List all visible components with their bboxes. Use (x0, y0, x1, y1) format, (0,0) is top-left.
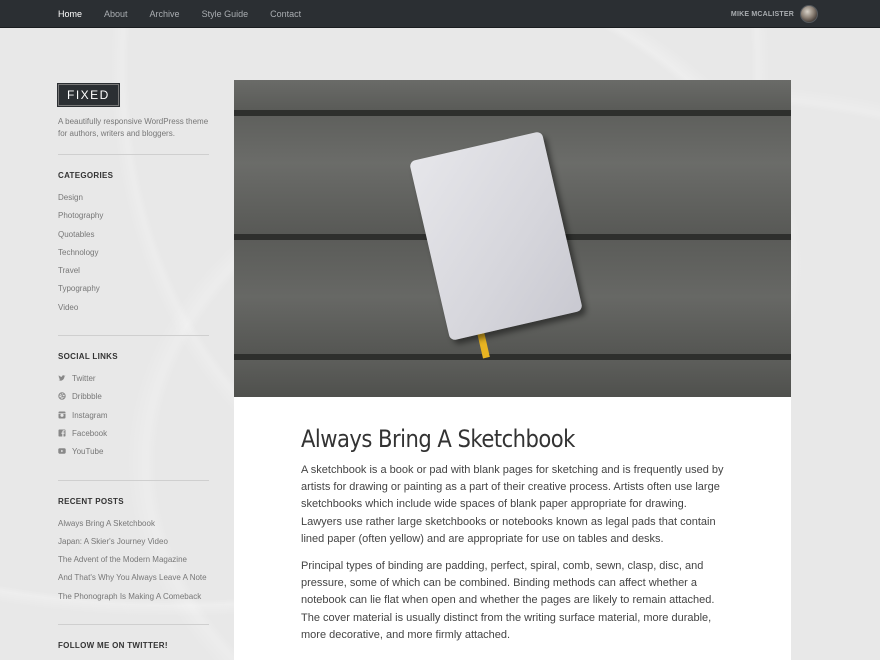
recent-post-link[interactable]: And That's Why You Always Leave A Note (58, 573, 209, 591)
social-link-dribbble[interactable]: Dribbble (58, 392, 209, 410)
user-name[interactable]: MIKE MCALISTER (731, 11, 794, 18)
post-card: Always Bring A Sketchbook A sketchbook i… (234, 80, 791, 660)
dribbble-icon (58, 392, 66, 401)
category-link[interactable]: Quotables (58, 230, 209, 248)
social-link-label: Facebook (72, 428, 108, 438)
social-links-list: Twitter Dribbble Instagram Facebook YouT… (58, 374, 209, 465)
social-link-label: Instagram (72, 410, 108, 420)
social-link-youtube[interactable]: YouTube (58, 447, 209, 465)
divider (58, 624, 209, 626)
categories-list: Design Photography Quotables Technology … (58, 193, 209, 321)
recent-post-link[interactable]: The Phonograph Is Making A Comeback (58, 592, 209, 610)
nav-home[interactable]: Home (58, 9, 82, 19)
categories-title: CATEGORIES (58, 171, 114, 180)
post-title[interactable]: Always Bring A Sketchbook (301, 425, 676, 453)
divider (58, 335, 209, 337)
youtube-icon (58, 447, 66, 455)
recent-post-link[interactable]: The Advent of the Modern Magazine (58, 555, 209, 573)
avatar[interactable] (800, 5, 818, 23)
social-links-title: SOCIAL LINKS (58, 352, 118, 362)
site-logo[interactable]: FIXED (58, 84, 119, 106)
nav-about[interactable]: About (104, 9, 128, 19)
nav-contact[interactable]: Contact (270, 9, 301, 19)
recent-post-link[interactable]: Japan: A Skier's Journey Video (58, 537, 209, 555)
category-link[interactable]: Video (58, 303, 209, 321)
category-link[interactable]: Design (58, 193, 209, 211)
social-link-facebook[interactable]: Facebook (58, 429, 209, 447)
nav-archive[interactable]: Archive (150, 9, 180, 19)
facebook-icon (58, 429, 66, 437)
main-nav: Home About Archive Style Guide Contact (58, 0, 323, 28)
social-link-label: Dribbble (72, 392, 102, 402)
category-link[interactable]: Typography (58, 284, 209, 302)
wood-plank (234, 360, 791, 397)
recent-posts-list: Always Bring A Sketchbook Japan: A Skier… (58, 519, 209, 610)
top-navigation-bar: Home About Archive Style Guide Contact M… (0, 0, 880, 28)
instagram-icon (58, 411, 66, 419)
nav-style-guide[interactable]: Style Guide (202, 9, 249, 19)
site-tagline: A beautifully responsive WordPress theme… (58, 117, 209, 138)
category-link[interactable]: Technology (58, 248, 209, 266)
recent-posts-title: RECENT POSTS (58, 496, 124, 506)
post-paragraph: Principal types of binding are padding, … (301, 560, 715, 641)
recent-post-link[interactable]: Always Bring A Sketchbook (58, 519, 209, 537)
category-link[interactable]: Photography (58, 211, 209, 229)
social-link-label: Twitter (72, 374, 96, 384)
social-link-instagram[interactable]: Instagram (58, 411, 209, 429)
featured-image[interactable] (234, 80, 791, 397)
user-menu[interactable]: MIKE MCALISTER (731, 0, 818, 28)
category-link[interactable]: Travel (58, 266, 209, 284)
post-content: Always Bring A Sketchbook A sketchbook i… (301, 425, 727, 644)
divider (58, 479, 209, 481)
social-link-twitter[interactable]: Twitter (58, 374, 209, 392)
twitter-feed-title: FOLLOW ME ON TWITTER! (58, 641, 168, 651)
twitter-icon (58, 374, 66, 382)
divider (58, 154, 209, 155)
wood-plank (234, 80, 791, 110)
sidebar: FIXED A beautifully responsive WordPress… (58, 84, 209, 660)
post-paragraph: A sketchbook is a book or pad with blank… (301, 464, 724, 545)
social-link-label: YouTube (72, 447, 104, 457)
